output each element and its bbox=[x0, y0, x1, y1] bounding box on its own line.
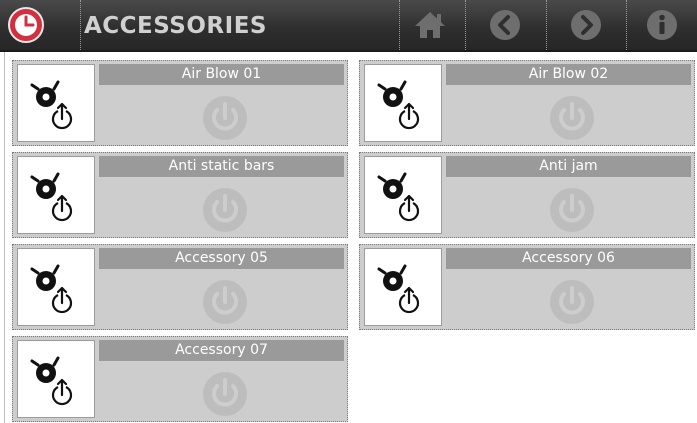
accessory-icon-box bbox=[364, 64, 442, 142]
arrow-left-icon bbox=[490, 10, 520, 40]
fan-accessory-icon bbox=[30, 80, 73, 130]
clock-icon bbox=[8, 7, 44, 43]
accessory-label: Air Blow 01 bbox=[99, 64, 344, 85]
nav-divider bbox=[626, 0, 627, 50]
home-icon bbox=[415, 12, 445, 38]
power-button-icon[interactable] bbox=[201, 94, 249, 142]
nav-divider bbox=[546, 0, 547, 50]
accessory-card[interactable]: Air Blow 02 bbox=[359, 60, 695, 146]
accessory-icon-box bbox=[17, 340, 95, 418]
accessory-card[interactable]: Anti jam bbox=[359, 152, 695, 238]
arrow-right-icon bbox=[571, 10, 601, 40]
accessory-icon-box bbox=[364, 248, 442, 326]
accessory-card[interactable]: Accessory 06 bbox=[359, 244, 695, 330]
info-button[interactable] bbox=[632, 0, 692, 50]
power-button-icon[interactable] bbox=[548, 278, 596, 326]
fan-accessory-icon bbox=[30, 356, 73, 406]
accessory-label: Anti static bars bbox=[99, 156, 344, 177]
accessory-label: Accessory 06 bbox=[446, 248, 691, 269]
power-button-icon[interactable] bbox=[548, 94, 596, 142]
power-button-icon[interactable] bbox=[548, 186, 596, 234]
page-title: ACCESSORIES bbox=[84, 13, 267, 39]
info-icon bbox=[647, 10, 677, 40]
fan-accessory-icon bbox=[377, 80, 420, 130]
header-divider bbox=[80, 0, 81, 50]
accessory-icon-box bbox=[17, 248, 95, 326]
accessory-card[interactable]: Accessory 05 bbox=[12, 244, 348, 330]
fan-accessory-icon bbox=[377, 172, 420, 222]
accessory-card[interactable]: Accessory 07 bbox=[12, 336, 348, 422]
power-button-icon[interactable] bbox=[201, 278, 249, 326]
fan-accessory-icon bbox=[30, 172, 73, 222]
power-button-icon[interactable] bbox=[201, 370, 249, 418]
accessories-grid: Air Blow 01 Air Blow 02 Anti static bars… bbox=[0, 52, 697, 423]
accessory-card[interactable]: Anti static bars bbox=[12, 152, 348, 238]
accessory-card[interactable]: Air Blow 01 bbox=[12, 60, 348, 146]
clock-button[interactable] bbox=[6, 5, 46, 45]
forward-button[interactable] bbox=[556, 0, 616, 50]
accessory-icon-box bbox=[364, 156, 442, 234]
power-button-icon[interactable] bbox=[201, 186, 249, 234]
accessory-label: Accessory 07 bbox=[99, 340, 344, 361]
fan-accessory-icon bbox=[30, 264, 73, 314]
back-button[interactable] bbox=[475, 0, 535, 50]
nav-divider bbox=[465, 0, 466, 50]
accessory-icon-box bbox=[17, 156, 95, 234]
home-button[interactable] bbox=[400, 0, 460, 50]
accessory-label: Air Blow 02 bbox=[446, 64, 691, 85]
accessory-label: Accessory 05 bbox=[99, 248, 344, 269]
accessory-label: Anti jam bbox=[446, 156, 691, 177]
accessory-icon-box bbox=[17, 64, 95, 142]
fan-accessory-icon bbox=[377, 264, 420, 314]
top-bar: ACCESSORIES bbox=[0, 0, 697, 52]
